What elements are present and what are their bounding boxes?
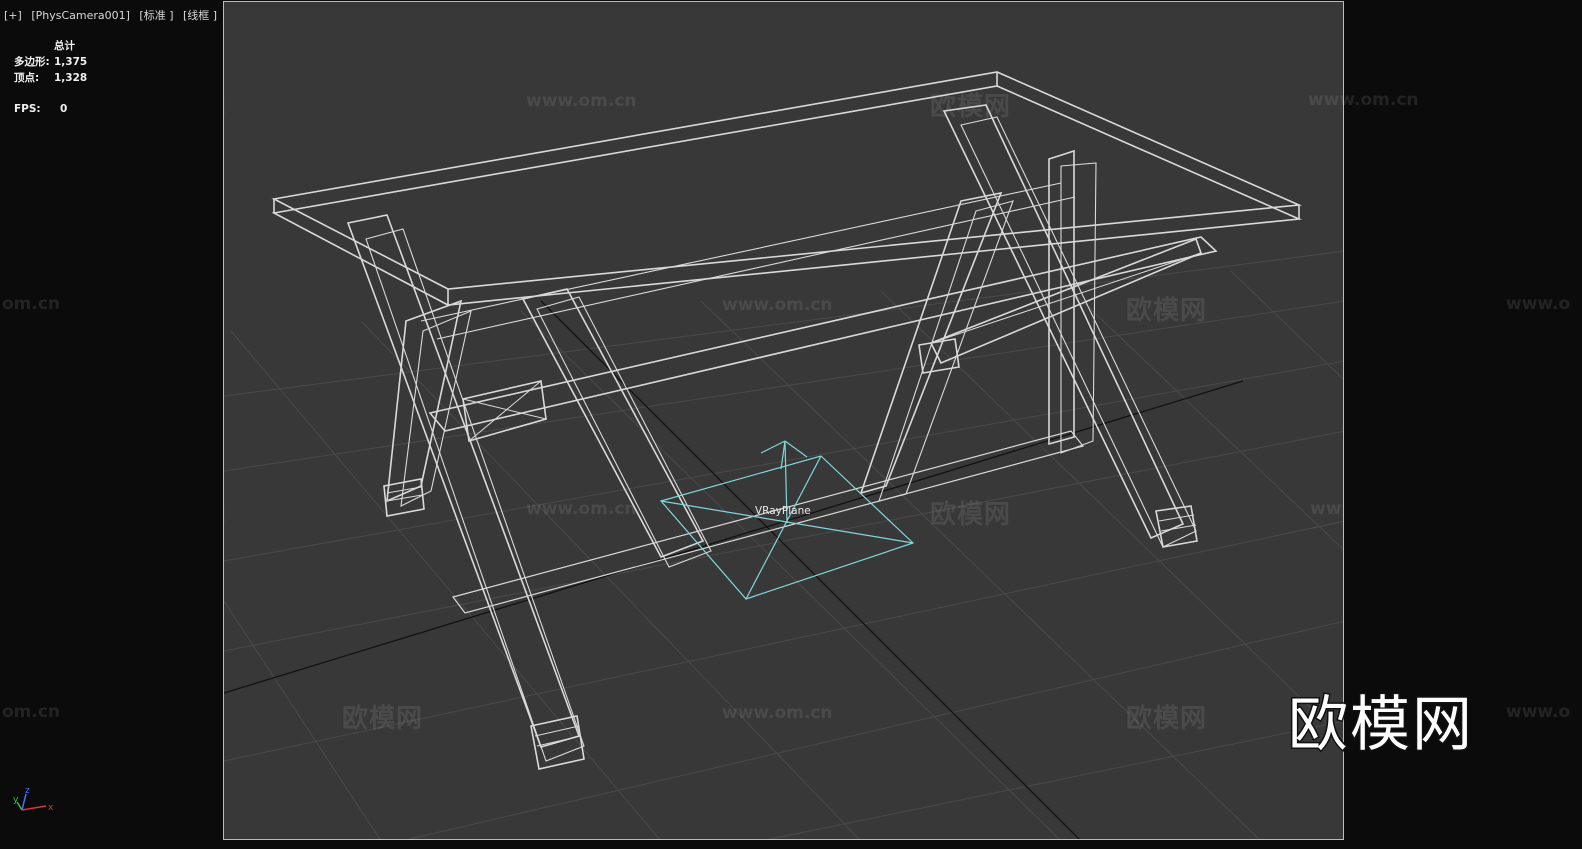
watermark-url-cut: www.o	[1506, 702, 1571, 722]
site-logo-watermark: 欧模网	[1287, 689, 1474, 762]
watermark-url: www.om.cn	[722, 703, 833, 723]
stats-verts-row: 顶点: 1,328	[14, 70, 87, 86]
viewport-shading-standard[interactable]: [标准 ]	[139, 9, 173, 22]
watermark-url: www.om.cn	[722, 295, 833, 315]
stats-fps-value: 0	[60, 103, 68, 115]
stats-polys-row: 多边形: 1,375	[14, 54, 87, 70]
stats-fps-row: FPS: 0	[14, 101, 87, 117]
viewport-camera-label[interactable]: [PhysCamera001]	[31, 9, 130, 22]
vray-plane-gizmo[interactable]	[659, 440, 915, 600]
watermark-url: www.om.cn	[526, 499, 637, 519]
watermark-cn: 欧模网	[224, 494, 227, 531]
watermark-url: www.om.cn	[526, 91, 637, 111]
viewport-statistics: 总计 多边形: 1,375 顶点: 1,328 FPS: 0	[14, 38, 87, 117]
stats-verts-value: 1,328	[54, 72, 88, 84]
axis-gizmo-icon: x y z	[13, 786, 54, 813]
camera-viewport[interactable]: 欧模网 www.om.cn 欧模网 www.om.cn 欧模网 欧模网 www.…	[223, 1, 1344, 840]
table-wireframe[interactable]	[271, 71, 1303, 770]
viewport-menu-plus[interactable]: [+]	[4, 9, 22, 22]
watermark-cn: 欧模网	[930, 92, 1012, 122]
ground-axis-lines	[224, 300, 1244, 839]
watermark-cn: 欧模网	[342, 704, 424, 734]
axis-y-label: y	[13, 795, 19, 805]
watermark-url-cut: om.cn	[2, 702, 61, 722]
watermark-cn: 欧模网	[1126, 704, 1208, 734]
watermark-url-cut: om.cn	[2, 294, 61, 314]
vray-plane-label[interactable]: VRayPlane	[755, 505, 811, 517]
watermark-url-cut: www.o	[1506, 294, 1571, 314]
stats-polys-label: 多边形:	[14, 56, 50, 68]
watermark-cn: 欧模网	[930, 500, 1012, 530]
stats-polys-value: 1,375	[54, 56, 88, 68]
viewport-shading-mode[interactable]: [线框 ]	[183, 9, 217, 22]
viewport-label-menu[interactable]: [+] [PhysCamera001] [标准 ] [线框 ]	[4, 7, 223, 23]
stats-verts-label: 顶点:	[14, 72, 40, 84]
stats-header: 总计	[54, 40, 75, 52]
axis-z-label: z	[25, 786, 30, 796]
axis-x-label: x	[48, 803, 54, 813]
watermark-url: www.om.cn	[1308, 90, 1419, 110]
watermark-url: www.om.cn	[1310, 499, 1343, 519]
stats-fps-label: FPS:	[14, 103, 41, 115]
watermark-cn: 欧模网	[224, 86, 227, 123]
watermark-cn: 欧模网	[1126, 296, 1208, 326]
